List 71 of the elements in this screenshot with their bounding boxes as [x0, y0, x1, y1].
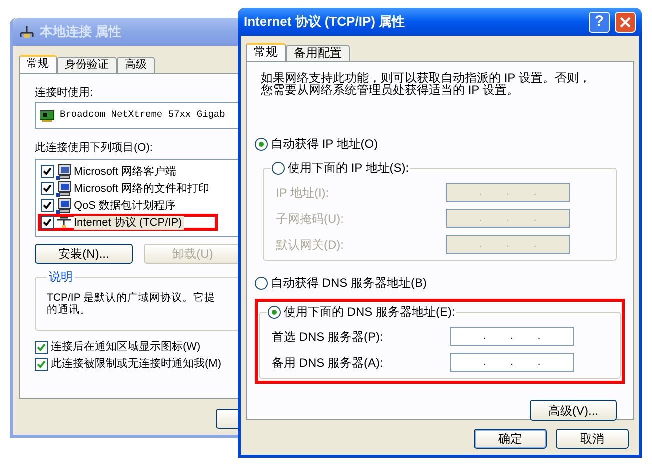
description-text: TCP/IP 是默认的广域网协议。它提 的通讯。 — [47, 292, 217, 316]
ip-address-field[interactable]: . . . — [450, 353, 574, 372]
octet-separator: . — [534, 212, 537, 226]
field-label: 首选 DNS 服务器(P): — [272, 328, 384, 346]
octet-separator: . — [483, 330, 486, 344]
radio-label: 使用下面的 DNS 服务器地址(E): — [284, 304, 456, 321]
button[interactable]: 安装(N)... — [35, 244, 133, 264]
field-label: 子网掩码(U): — [276, 210, 344, 228]
button[interactable]: 取消 — [556, 429, 629, 449]
option-label: 此连接被限制或无连接时通知我(M) — [51, 356, 222, 372]
field-label: 备用 DNS 服务器(A): — [272, 354, 384, 372]
ip-address-field[interactable]: . . . — [450, 327, 574, 346]
field-label: 默认网关(D): — [276, 236, 344, 254]
tab[interactable]: 身份验证 — [57, 57, 117, 73]
octet-separator: . — [510, 356, 514, 370]
radio-button[interactable] — [255, 138, 268, 150]
item-label: Internet 协议 (TCP/IP) — [74, 216, 184, 230]
octet-separator: . — [510, 330, 514, 344]
field-label: 此连接使用下列项目(O): — [35, 140, 154, 155]
radio-label: 自动获得 IP 地址(O) — [271, 136, 378, 153]
item-label: Microsoft 网络客户端 — [74, 164, 178, 178]
tab[interactable]: 高级 — [117, 57, 155, 73]
checkbox[interactable] — [35, 341, 48, 354]
list-item[interactable]: QoS 数据包计划程序 — [41, 198, 215, 212]
list-item[interactable]: Internet 协议 (TCP/IP) — [41, 216, 215, 230]
octet-separator: . — [506, 212, 510, 226]
group-title: 说明 — [48, 269, 74, 286]
octet-separator: . — [483, 356, 486, 370]
intro-text: 如果网络支持此功能，则可以获取自动指派的 IP 设置。否则， 您需要从网络系统管理员处获得适当的 IP 设置。 — [260, 72, 592, 96]
network-connection-icon — [19, 25, 35, 39]
octet-separator: . — [479, 186, 482, 200]
window-title: Internet 协议 (TCP/IP) 属性 — [244, 13, 406, 32]
tab[interactable]: 常规 — [19, 55, 57, 73]
computer-icon — [56, 164, 72, 180]
tab[interactable]: 备用配置 — [286, 45, 350, 61]
radio-button[interactable] — [255, 276, 268, 290]
option-label: 连接后在通知区域显示图标(W) — [51, 340, 201, 356]
octet-separator: . — [506, 238, 510, 252]
adapter-name: Broadcom NetXtreme 57xx Gigab — [60, 108, 226, 122]
field-label: 连接时使用: — [35, 86, 94, 100]
button[interactable]: 确定 — [474, 429, 547, 449]
radio-button[interactable] — [268, 306, 281, 318]
octet-separator: . — [506, 186, 510, 200]
button[interactable]: 高级(V)... — [530, 400, 617, 421]
radio-label: 自动获得 DNS 服务器地址(B) — [271, 275, 427, 292]
checkbox[interactable] — [35, 358, 48, 371]
tab[interactable]: 常规 — [246, 43, 286, 61]
checkbox[interactable] — [41, 199, 54, 212]
help-button[interactable]: ? — [589, 12, 610, 32]
item-label: Microsoft 网络的文件和打印 — [74, 182, 211, 196]
checkbox[interactable] — [41, 216, 54, 229]
octet-separator: . — [538, 330, 541, 344]
checkbox[interactable] — [41, 165, 54, 178]
octet-separator: . — [538, 356, 541, 370]
network-protocol-icon — [56, 216, 72, 228]
computer-icon — [56, 198, 72, 214]
octet-separator: . — [534, 186, 537, 200]
list-item[interactable]: Microsoft 网络的文件和打印 — [41, 182, 215, 196]
window-title: 本地连接 属性 — [40, 23, 122, 42]
list-item[interactable]: Microsoft 网络客户端 — [41, 164, 215, 178]
item-label: QoS 数据包计划程序 — [74, 198, 178, 212]
octet-separator: . — [479, 238, 482, 252]
octet-separator: . — [534, 238, 537, 252]
network-card-icon — [40, 110, 56, 122]
close-icon[interactable] — [615, 12, 636, 32]
octet-separator: . — [479, 212, 482, 226]
checkbox[interactable] — [41, 182, 54, 195]
radio-button[interactable] — [272, 162, 285, 174]
radio-label: 使用下面的 IP 地址(S): — [288, 160, 410, 177]
field-label: IP 地址(I): — [276, 184, 330, 202]
computer-icon — [56, 180, 72, 196]
